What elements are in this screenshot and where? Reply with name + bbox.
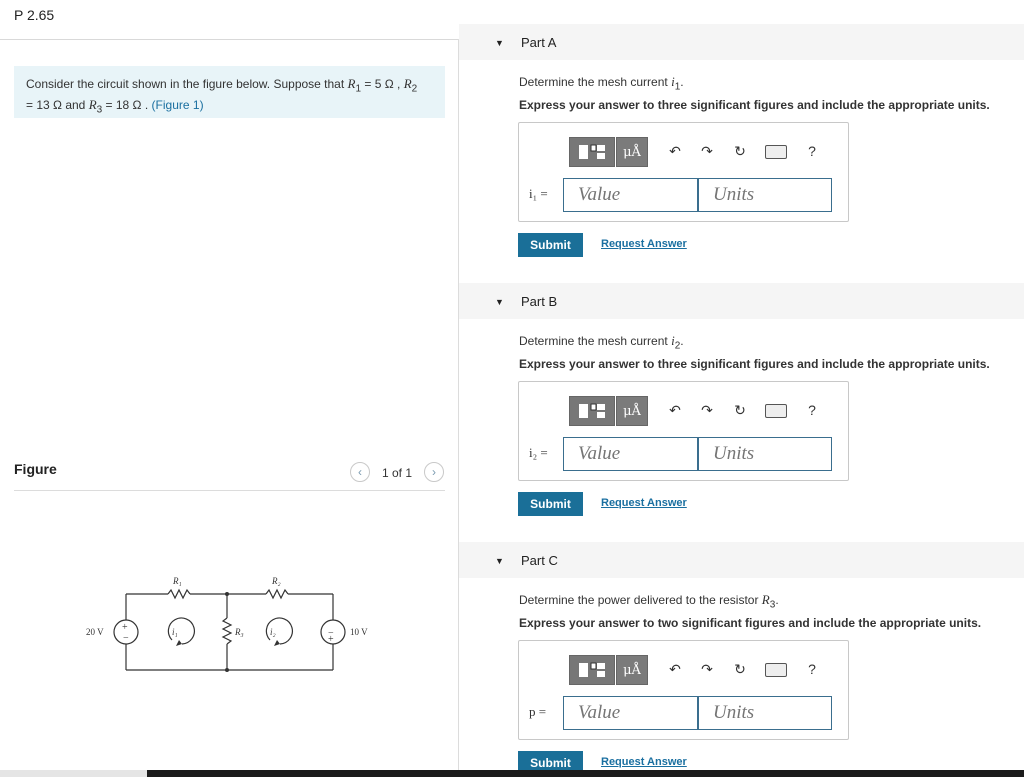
circuit-diagram: 20 V + − R₁ R₂ R₃ i₁ i₂ − + 10 V [86, 576, 368, 672]
part-title: Part C [521, 553, 558, 568]
instruction-text: Express your answer to three significant… [519, 98, 990, 112]
question-text: Determine the mesh current i1. [519, 74, 684, 92]
question-suffix: . [775, 593, 779, 607]
redo-icon[interactable]: ↷ [696, 399, 718, 421]
templates-button[interactable] [569, 137, 615, 167]
templates-icon [579, 403, 605, 418]
question-suffix: . [680, 334, 684, 348]
source-left-label: 20 V [86, 627, 104, 637]
question-variable: R [761, 592, 770, 607]
collapse-triangle-icon[interactable]: ▼ [495, 297, 504, 307]
r1-value: = 5 Ω , [361, 77, 401, 91]
units-symbol-button[interactable]: μÅ [616, 655, 648, 685]
question-prefix: Determine the power delivered to the res… [519, 593, 762, 607]
figure-heading: Figure [14, 461, 57, 477]
r3-symbol: R [88, 97, 97, 113]
problem-statement: Consider the circuit shown in the figure… [14, 66, 445, 118]
r3-label: R₃ [234, 627, 244, 637]
question-prefix: Determine the mesh current [519, 334, 672, 348]
undo-icon[interactable]: ↶ [664, 399, 686, 421]
equation-label: i₂ = [529, 445, 548, 460]
answer-box: μÅ ↶ ↷ ↻ ? i₁ = [518, 122, 849, 222]
plus-sign-right: + [328, 634, 334, 645]
r1-label: R₁ [172, 576, 182, 586]
question-text: Determine the power delivered to the res… [519, 592, 779, 610]
r2-label: R₂ [271, 576, 281, 586]
submit-button[interactable]: Submit [518, 492, 583, 516]
r2-value: = 13 Ω and [26, 98, 89, 113]
scrollbar-track[interactable] [0, 770, 147, 777]
minus-sign: − [123, 633, 129, 644]
question-text: Determine the mesh current i2. [519, 333, 684, 351]
help-icon[interactable]: ? [801, 399, 823, 421]
chevron-left-icon: ‹ [358, 465, 362, 479]
request-answer-link[interactable]: Request Answer [601, 756, 687, 768]
problem-id: P 2.65 [14, 7, 55, 23]
part-header[interactable]: ▼ Part C [459, 542, 1024, 578]
units-input[interactable] [698, 696, 832, 730]
help-icon[interactable]: ? [801, 140, 823, 162]
part-header[interactable]: ▼ Part B [459, 283, 1024, 319]
submit-button[interactable]: Submit [518, 233, 583, 257]
value-input[interactable] [563, 178, 698, 212]
figure-link[interactable]: (Figure 1) [152, 98, 204, 112]
templates-button[interactable] [569, 396, 615, 426]
figure-divider [14, 490, 445, 491]
redo-icon[interactable]: ↷ [696, 658, 718, 680]
collapse-triangle-icon[interactable]: ▼ [495, 556, 504, 566]
i1-label: i₁ [172, 627, 178, 637]
keyboard-icon[interactable] [765, 145, 787, 159]
question-suffix: . [680, 75, 684, 89]
column-divider [458, 39, 459, 777]
reset-icon[interactable]: ↻ [729, 140, 751, 162]
undo-icon[interactable]: ↶ [664, 140, 686, 162]
next-figure-button[interactable]: › [424, 462, 444, 482]
collapse-triangle-icon[interactable]: ▼ [495, 38, 504, 48]
r3-value: = 18 Ω . [102, 98, 149, 113]
part-header[interactable]: ▼ Part A [459, 24, 1024, 60]
units-symbol-button[interactable]: μÅ [616, 396, 648, 426]
statement-text: Consider the circuit shown in the figure… [26, 77, 348, 91]
value-input[interactable] [563, 437, 698, 471]
answer-box: μÅ ↶ ↷ ↻ ? p = [518, 640, 849, 740]
equation-label: p = [529, 704, 547, 719]
prev-figure-button[interactable]: ‹ [350, 462, 370, 482]
part-title: Part A [521, 35, 557, 50]
value-input[interactable] [563, 696, 698, 730]
redo-icon[interactable]: ↷ [696, 140, 718, 162]
instruction-text: Express your answer to three significant… [519, 357, 990, 371]
part-title: Part B [521, 294, 558, 309]
units-input[interactable] [698, 178, 832, 212]
question-prefix: Determine the mesh current [519, 75, 672, 89]
units-symbol-button[interactable]: μÅ [616, 137, 648, 167]
reset-icon[interactable]: ↻ [729, 399, 751, 421]
chevron-right-icon: › [432, 465, 436, 479]
keyboard-icon[interactable] [765, 663, 787, 677]
r2-subscript: 2 [411, 83, 418, 95]
reset-icon[interactable]: ↻ [729, 658, 751, 680]
plus-sign: + [122, 622, 128, 633]
equation-label: i₁ = [529, 186, 548, 201]
undo-icon[interactable]: ↶ [664, 658, 686, 680]
keyboard-icon[interactable] [765, 404, 787, 418]
request-answer-link[interactable]: Request Answer [601, 238, 687, 250]
answer-box: μÅ ↶ ↷ ↻ ? i₂ = [518, 381, 849, 481]
source-right-label: 10 V [350, 627, 368, 637]
templates-button[interactable] [569, 655, 615, 685]
figure-counter: 1 of 1 [382, 466, 413, 480]
templates-icon [579, 144, 605, 159]
instruction-text: Express your answer to two significant f… [519, 616, 982, 630]
templates-icon [579, 662, 605, 677]
taskbar-strip [147, 770, 1024, 777]
request-answer-link[interactable]: Request Answer [601, 497, 687, 509]
help-icon[interactable]: ? [801, 658, 823, 680]
i2-label: i₂ [270, 627, 276, 637]
r2-symbol: R [403, 76, 412, 91]
units-input[interactable] [698, 437, 832, 471]
